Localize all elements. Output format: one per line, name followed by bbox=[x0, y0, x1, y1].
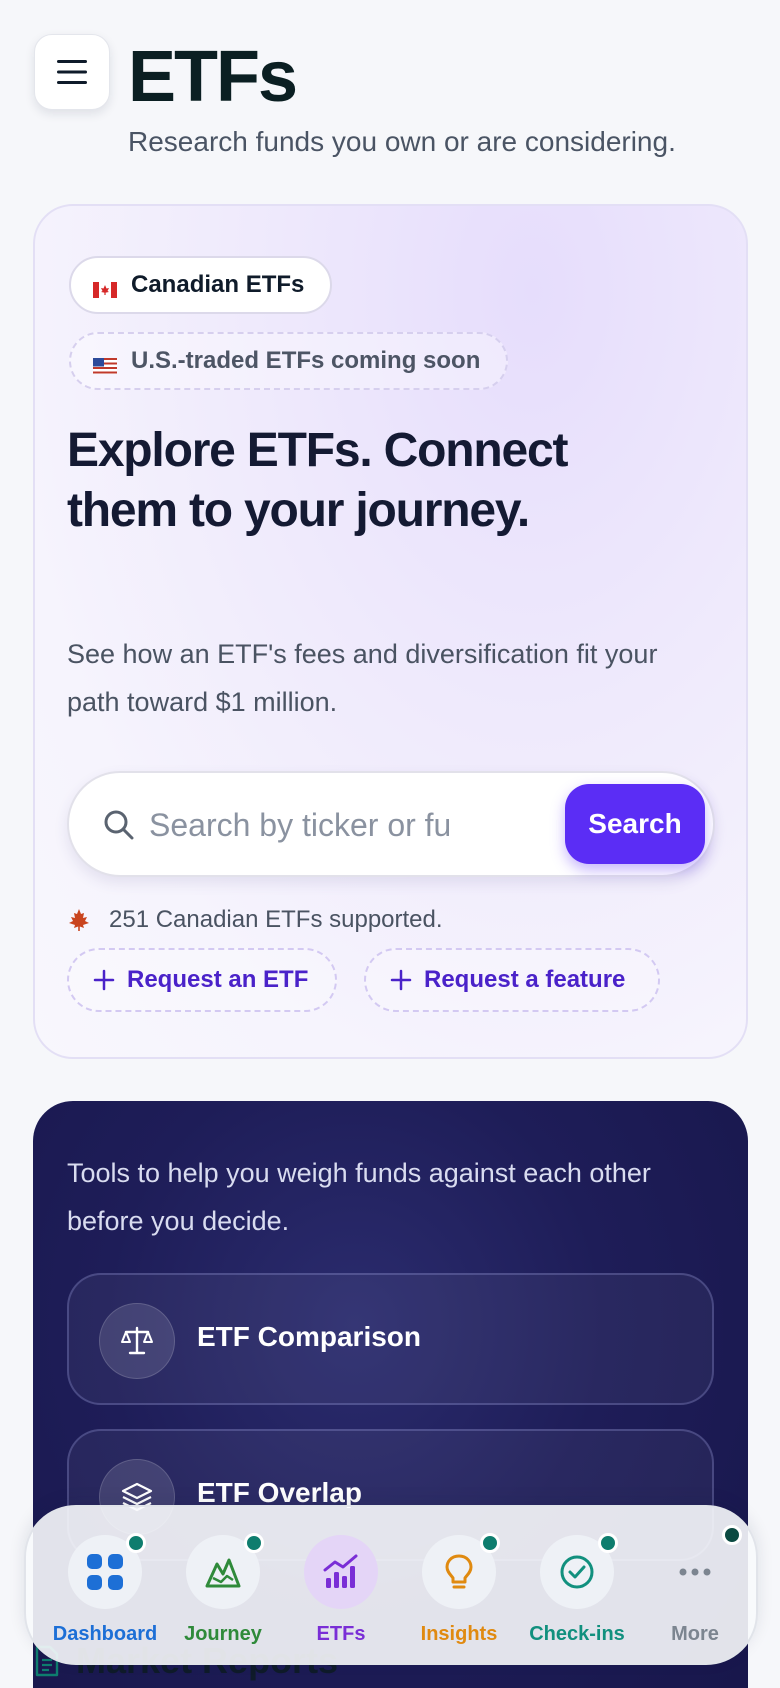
search-button[interactable]: Search bbox=[565, 784, 705, 864]
nav-check-ins[interactable]: Check-ins bbox=[518, 1507, 636, 1667]
maple-leaf-icon bbox=[69, 909, 89, 931]
supported-count: 251 Canadian ETFs supported. bbox=[67, 906, 443, 934]
notification-dot bbox=[722, 1525, 742, 1545]
search-input[interactable] bbox=[149, 793, 449, 857]
nav-dashboard[interactable]: Dashboard bbox=[46, 1507, 164, 1667]
search-icon bbox=[104, 810, 134, 840]
nav-insights[interactable]: Insights bbox=[400, 1507, 518, 1667]
menu-button[interactable] bbox=[34, 34, 110, 110]
nav-journey-label: Journey bbox=[184, 1623, 262, 1645]
supported-text: 251 Canadian ETFs supported. bbox=[109, 906, 443, 933]
hero-description: See how an ETF's fees and diversificatio… bbox=[67, 639, 658, 717]
canadian-etfs-label: Canadian ETFs bbox=[131, 271, 305, 298]
page-title: ETFs bbox=[128, 37, 298, 117]
request-feature-label: Request a feature bbox=[424, 966, 626, 993]
us-flag-icon bbox=[93, 353, 117, 374]
notification-dot bbox=[480, 1533, 500, 1553]
canadian-etfs-pill[interactable]: Canadian ETFs bbox=[69, 256, 333, 314]
check-circle-icon bbox=[540, 1533, 618, 1609]
nav-more-label: More bbox=[671, 1623, 719, 1645]
nav-dashboard-label: Dashboard bbox=[52, 1623, 158, 1645]
etf-comparison-label: ETF Comparison bbox=[197, 1321, 422, 1352]
etf-search-bar: Search bbox=[67, 771, 715, 877]
us-etfs-label: U.S.-traded ETFs coming soon bbox=[131, 347, 481, 374]
mountain-icon bbox=[186, 1533, 264, 1609]
request-etf-label: Request an ETF bbox=[127, 966, 309, 993]
nav-etfs[interactable]: ETFs bbox=[282, 1507, 400, 1667]
lightbulb-icon bbox=[422, 1533, 500, 1609]
nav-insights-label: Insights bbox=[420, 1623, 498, 1645]
nav-check-ins-label: Check-ins bbox=[529, 1623, 625, 1645]
nav-etfs-label: ETFs bbox=[316, 1623, 366, 1645]
notification-dot bbox=[244, 1533, 264, 1553]
bar-chart-icon bbox=[304, 1535, 378, 1609]
nav-journey[interactable]: Journey bbox=[164, 1507, 282, 1667]
notification-dot bbox=[126, 1533, 146, 1553]
tools-description: Tools to help you weigh funds against ea… bbox=[67, 1158, 651, 1236]
hero-heading: Explore ETFs. Connect them to your journ… bbox=[67, 424, 568, 537]
canada-flag-icon bbox=[93, 277, 117, 298]
hamburger-icon bbox=[57, 60, 87, 84]
nav-more[interactable]: More bbox=[636, 1507, 754, 1667]
request-feature-button[interactable]: Request a feature bbox=[364, 948, 660, 1012]
etf-comparison-card[interactable]: ETF Comparison bbox=[67, 1273, 714, 1405]
plus-icon bbox=[93, 969, 115, 991]
scale-icon bbox=[99, 1303, 175, 1379]
us-etfs-coming-soon-pill: U.S.-traded ETFs coming soon bbox=[69, 332, 509, 390]
dashboard-icon bbox=[68, 1533, 146, 1609]
etf-explore-card: Canadian ETFs U.S.-traded ETFs coming so… bbox=[33, 204, 748, 1059]
bottom-navigation: Dashboard Journey ETFs Insights Check-in… bbox=[24, 1505, 758, 1665]
request-etf-button[interactable]: Request an ETF bbox=[67, 948, 337, 1012]
more-dots-icon bbox=[658, 1525, 742, 1609]
notification-dot bbox=[598, 1533, 618, 1553]
plus-icon bbox=[390, 969, 412, 991]
page-subtitle: Research funds you own or are considerin… bbox=[128, 126, 676, 157]
